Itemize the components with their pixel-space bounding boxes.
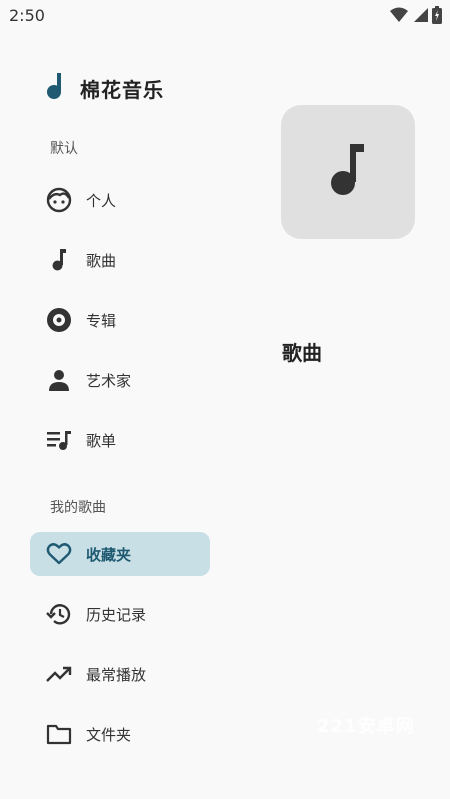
nav-item-playlists[interactable]: 歌单 <box>30 418 210 462</box>
signal-icon <box>412 7 428 23</box>
nav-item-label: 个人 <box>86 191 117 210</box>
nav-item-favorites[interactable]: 收藏夹 <box>30 532 210 576</box>
status-time: 2:50 <box>9 6 45 25</box>
album-icon <box>46 307 72 333</box>
wifi-icon <box>390 7 408 23</box>
nav-item-label: 历史记录 <box>86 605 147 624</box>
playlist-icon <box>46 427 72 453</box>
page-title: 歌曲 <box>282 341 322 365</box>
navigation-drawer: 棉花音乐 默认 个人 歌曲 专辑 艺术家 歌单 我的歌曲 收藏夹 历史记录 最常… <box>0 32 225 799</box>
face-icon <box>46 187 72 213</box>
nav-item-albums[interactable]: 专辑 <box>30 298 210 342</box>
nav-item-label: 收藏夹 <box>86 545 132 564</box>
nav-item-history[interactable]: 历史记录 <box>30 592 210 636</box>
person-icon <box>46 367 72 393</box>
app-title: 棉花音乐 <box>80 77 164 102</box>
nav-item-songs[interactable]: 歌曲 <box>30 238 210 282</box>
album-art-placeholder <box>281 105 415 239</box>
status-icons <box>390 6 442 24</box>
watermark: 221安卓网 <box>317 716 415 737</box>
trending-up-icon <box>46 661 72 687</box>
nav-item-label: 歌曲 <box>86 251 117 270</box>
nav-item-folders[interactable]: 文件夹 <box>30 712 210 756</box>
nav-item-label: 歌单 <box>86 431 117 450</box>
nav-item-label: 文件夹 <box>86 725 132 744</box>
section-label-my-songs: 我的歌曲 <box>50 500 106 516</box>
nav-item-personal[interactable]: 个人 <box>30 178 210 222</box>
heart-icon <box>46 541 72 567</box>
status-bar: 2:50 <box>0 0 450 32</box>
nav-item-artists[interactable]: 艺术家 <box>30 358 210 402</box>
nav-item-most-played[interactable]: 最常播放 <box>30 652 210 696</box>
nav-item-label: 最常播放 <box>86 665 147 684</box>
nav-item-label: 专辑 <box>86 311 117 330</box>
main-content: 歌曲 221安卓网 <box>225 32 450 799</box>
music-note-icon <box>46 247 72 273</box>
folder-icon <box>46 721 72 747</box>
battery-icon <box>432 6 442 24</box>
app-header: 棉花音乐 <box>46 72 164 104</box>
app-logo-icon <box>46 72 66 104</box>
section-label-default: 默认 <box>50 141 78 157</box>
music-note-icon <box>328 142 368 202</box>
history-icon <box>46 601 72 627</box>
nav-item-label: 艺术家 <box>86 371 132 390</box>
